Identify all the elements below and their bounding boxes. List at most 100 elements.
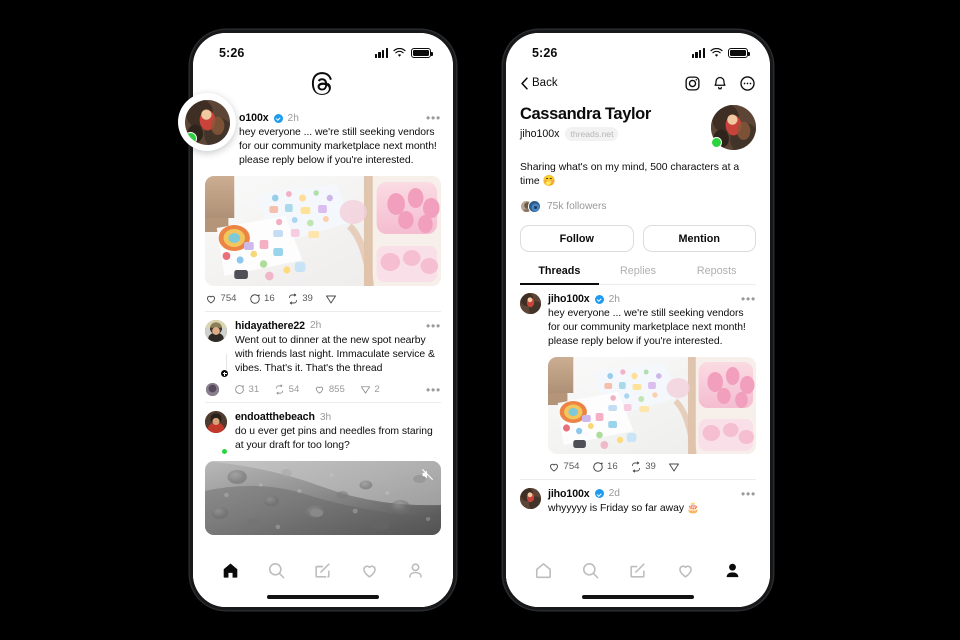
avatar-image [206, 383, 219, 397]
like-action[interactable]: 754 [548, 461, 580, 473]
post-item[interactable]: jiho100x 2h ••• hey everyone ... we're s… [520, 285, 756, 480]
avatar[interactable] [205, 411, 227, 434]
share-action[interactable] [668, 461, 680, 473]
post-username[interactable]: jiho100x [548, 293, 590, 305]
nav-home[interactable] [221, 561, 240, 585]
nav-activity[interactable] [360, 561, 379, 585]
repost-icon [276, 384, 284, 395]
heart-icon [550, 463, 558, 472]
followers-row[interactable]: 75k followers [520, 200, 756, 213]
more-circle-icon[interactable] [739, 75, 756, 92]
more-dots-icon[interactable]: ••• [741, 293, 756, 305]
repost-action[interactable]: 39 [287, 293, 313, 305]
cellular-signal-icon [374, 48, 388, 58]
avatar[interactable] [520, 487, 541, 509]
home-icon [223, 563, 237, 578]
verified-badge-icon [594, 489, 604, 499]
nav-search[interactable] [581, 561, 600, 585]
reply-avatar[interactable] [206, 383, 219, 397]
post-username[interactable]: o100x [239, 112, 269, 124]
repost-count: 54 [288, 384, 300, 396]
more-dots-icon[interactable]: ••• [426, 112, 441, 124]
wifi-icon [710, 48, 723, 57]
profile-tabs: Threads Replies Reposts [520, 265, 756, 285]
bell-icon[interactable] [712, 75, 728, 92]
post-item[interactable]: hidayathere22 2h ••• Went out to dinner … [205, 312, 441, 404]
popped-avatar[interactable] [178, 93, 236, 151]
battery-icon [411, 48, 434, 58]
more-dots-icon[interactable]: ••• [741, 488, 756, 500]
follower-avatars [520, 200, 541, 213]
post-username[interactable]: endoatthebeach [235, 411, 315, 423]
comment-icon [592, 461, 603, 472]
share-action[interactable]: 2 [360, 384, 380, 395]
status-bar-left: 5:26 [193, 33, 453, 67]
more-dots-icon[interactable]: ••• [426, 384, 441, 396]
post-photo[interactable] [205, 175, 441, 286]
post-item[interactable]: o100x 2h ••• hey everyone ... we're stil… [205, 108, 441, 312]
nav-profile[interactable] [723, 561, 742, 585]
verified-badge-icon [273, 113, 283, 123]
nav-home[interactable] [534, 561, 553, 585]
status-icons [374, 48, 434, 58]
status-time: 5:26 [219, 46, 245, 60]
profile-icon [726, 563, 739, 578]
post-photo[interactable] [548, 356, 756, 454]
post-text: do u ever get pins and needles from star… [235, 426, 433, 452]
post-video[interactable] [205, 460, 441, 535]
search-icon [583, 562, 599, 579]
back-label: Back [532, 77, 558, 89]
like-action[interactable]: 754 [205, 293, 237, 305]
follow-button[interactable]: Follow [520, 225, 634, 252]
post-text: hey everyone ... we're still seeking ven… [239, 127, 437, 167]
post-username[interactable]: jiho100x [548, 488, 590, 500]
comment-icon [235, 385, 244, 395]
battery-icon [728, 48, 751, 58]
back-button[interactable]: Back [520, 76, 558, 90]
mention-button[interactable]: Mention [642, 225, 756, 252]
instagram-icon[interactable] [684, 75, 701, 92]
comment-action[interactable]: 16 [249, 293, 275, 305]
share-action[interactable] [325, 293, 337, 305]
avatar[interactable] [520, 293, 541, 314]
tab-threads[interactable]: Threads [520, 265, 599, 285]
mute-glyph [422, 468, 433, 480]
nav-search[interactable] [267, 561, 286, 585]
profile-bio: Sharing what's on my mind, 500 character… [520, 162, 740, 187]
post-username[interactable]: hidayathere22 [235, 320, 305, 332]
like-action[interactable]: 855 [314, 384, 345, 395]
like-count: 754 [563, 461, 580, 473]
repost-icon [631, 461, 640, 473]
post-header: endoatthebeach 3h [235, 411, 441, 423]
muted-speaker-icon[interactable] [421, 468, 434, 481]
avatar [184, 99, 230, 145]
home-icon [535, 563, 552, 579]
nav-profile[interactable] [406, 561, 425, 585]
nav-compose[interactable] [313, 561, 332, 585]
stickers-craft-photo [548, 356, 756, 454]
post-item[interactable]: jiho100x 2d ••• whyyyyy is Friday so far… [520, 480, 756, 522]
more-dots-icon[interactable]: ••• [426, 320, 441, 332]
repost-action[interactable]: 39 [630, 461, 656, 473]
tab-reposts[interactable]: Reposts [677, 265, 756, 284]
comment-count: 31 [248, 384, 260, 396]
post-actions: 754 16 39 [548, 461, 756, 473]
nav-compose[interactable] [628, 561, 647, 585]
tab-replies[interactable]: Replies [599, 265, 678, 284]
profile-header: Cassandra Taylor jiho100x threads.net Sh… [506, 97, 770, 285]
profile-nav: Back [506, 67, 770, 97]
profile-display-name: Cassandra Taylor [520, 105, 651, 123]
heart-icon [678, 565, 692, 578]
plus-badge-icon[interactable] [220, 369, 229, 379]
avatar[interactable] [205, 319, 227, 342]
repost-count: 39 [645, 461, 656, 473]
comment-action[interactable]: 31 [234, 384, 259, 395]
post-text: hey everyone ... we're still seeking ven… [548, 308, 746, 348]
repost-action[interactable]: 54 [274, 384, 299, 395]
share-count: 2 [374, 384, 380, 396]
comment-action[interactable]: 16 [592, 461, 618, 473]
nav-activity[interactable] [676, 561, 695, 585]
post-header: hidayathere22 2h ••• [235, 320, 441, 332]
post-item[interactable]: endoatthebeach 3h do u ever get pins and… [205, 403, 441, 540]
repost-icon [288, 293, 297, 305]
